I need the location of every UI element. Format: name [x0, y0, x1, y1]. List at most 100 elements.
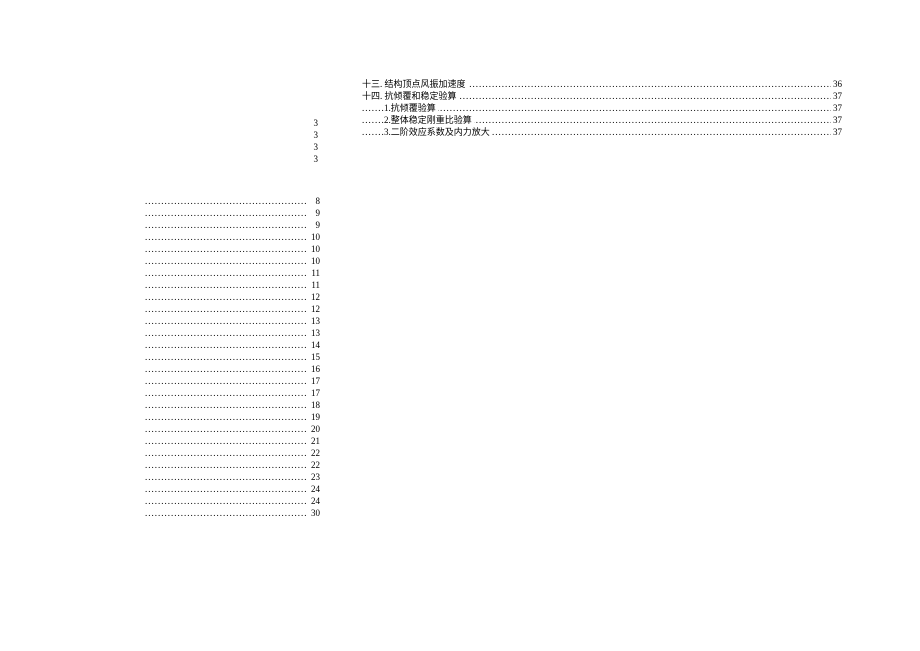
page-num: 37: [831, 102, 842, 114]
page-num: 9: [316, 207, 321, 219]
dots: ........................................…: [145, 351, 306, 363]
dots: ........................................…: [145, 219, 306, 231]
dot-line: ........................................…: [145, 267, 320, 279]
dot-line: ........................................…: [145, 219, 320, 231]
dots: ........................................…: [145, 315, 306, 327]
dot-list: ........................................…: [145, 195, 320, 519]
page-num: 17: [311, 387, 320, 399]
toc-label: 3.二阶效应系数及内力放大: [384, 126, 492, 138]
page-num: 11: [311, 267, 320, 279]
dots: ........................................…: [145, 459, 306, 471]
page-num: 15: [311, 351, 320, 363]
page-num: 12: [311, 303, 320, 315]
page-num: 37: [831, 126, 842, 138]
num-line: 3: [145, 153, 320, 165]
page-num: 19: [311, 411, 320, 423]
dots: ........................................…: [145, 291, 306, 303]
toc-label: 十四. 抗倾覆和稳定验算: [362, 90, 459, 102]
dot-line: ........................................…: [145, 231, 320, 243]
page-num: 22: [311, 459, 320, 471]
page-num: 13: [311, 315, 320, 327]
dots: ........................................…: [145, 363, 306, 375]
page-num: 9: [316, 219, 321, 231]
page-num: 37: [831, 114, 842, 126]
page-num: 13: [311, 327, 320, 339]
page-num: 24: [311, 495, 320, 507]
right-column-toc: ........................................…: [362, 78, 842, 138]
num-line: 3: [145, 117, 320, 129]
dot-line: ........................................…: [145, 423, 320, 435]
dot-line: ........................................…: [145, 483, 320, 495]
dots: ........................................…: [145, 231, 306, 243]
dot-line: ........................................…: [145, 495, 320, 507]
dot-line: ........................................…: [145, 387, 320, 399]
dot-line: ........................................…: [145, 243, 320, 255]
dots: ........................................…: [145, 411, 306, 423]
dots: ........................................…: [145, 327, 306, 339]
dot-line: ........................................…: [145, 375, 320, 387]
page-num: 24: [311, 483, 320, 495]
dots: ........................................…: [145, 483, 306, 495]
dot-line: ........................................…: [145, 471, 320, 483]
dot-line: ........................................…: [145, 507, 320, 519]
dots: ........................................…: [145, 495, 306, 507]
dot-line: ........................................…: [145, 291, 320, 303]
top-nums: 3 3 3 3: [145, 117, 320, 165]
dots: ........................................…: [145, 339, 306, 351]
dot-line: ........................................…: [145, 207, 320, 219]
dot-line: ........................................…: [145, 399, 320, 411]
page-num: 30: [311, 507, 320, 519]
dots: ........................................…: [145, 255, 306, 267]
dots: ........................................…: [145, 471, 306, 483]
toc-row: ........................................…: [362, 78, 842, 90]
page-num: 16: [311, 363, 320, 375]
page-num: 18: [311, 399, 320, 411]
dots: ........................................…: [145, 207, 306, 219]
gap: [145, 165, 320, 195]
dot-line: ........................................…: [145, 327, 320, 339]
page-num: 20: [311, 423, 320, 435]
page-num: 10: [311, 231, 320, 243]
dot-line: ........................................…: [145, 351, 320, 363]
toc-row: ........................................…: [362, 102, 842, 114]
toc-label: 十三. 结构顶点风振加速度: [362, 78, 468, 90]
page-num: 36: [831, 78, 842, 90]
page-num: 37: [831, 90, 842, 102]
num-line: 3: [145, 129, 320, 141]
dots: ........................................…: [145, 243, 306, 255]
dots: ........................................…: [145, 435, 306, 447]
dot-line: ........................................…: [145, 459, 320, 471]
dot-line: ........................................…: [145, 363, 320, 375]
page-num: 12: [311, 291, 320, 303]
toc-row: ........................................…: [362, 90, 842, 102]
dot-line: ........................................…: [145, 255, 320, 267]
dots: ........................................…: [145, 447, 306, 459]
dot-line: ........................................…: [145, 447, 320, 459]
page-num: 10: [311, 255, 320, 267]
page-num: 8: [316, 195, 321, 207]
toc-label: 1.抗倾覆验算: [384, 102, 438, 114]
dot-line: ........................................…: [145, 315, 320, 327]
dots: ........................................…: [145, 267, 306, 279]
toc-row: ........................................…: [362, 126, 842, 138]
dots: ........................................…: [145, 399, 306, 411]
page-num: 21: [311, 435, 320, 447]
dots: ........................................…: [145, 303, 306, 315]
dots: ........................................…: [145, 507, 306, 519]
dots: ........................................…: [145, 279, 306, 291]
page-num: 17: [311, 375, 320, 387]
dot-line: ........................................…: [145, 435, 320, 447]
dot-line: ........................................…: [145, 279, 320, 291]
dot-line: ........................................…: [145, 195, 320, 207]
dots: ........................................…: [145, 387, 306, 399]
dot-line: ........................................…: [145, 411, 320, 423]
num-line: 3: [145, 141, 320, 153]
page-num: 11: [311, 279, 320, 291]
toc-label: 2.整体稳定刚重比验算: [384, 114, 474, 126]
dot-line: ........................................…: [145, 339, 320, 351]
toc-row: ........................................…: [362, 114, 842, 126]
left-column: 3 3 3 3 ................................…: [145, 117, 320, 519]
dots: ........................................…: [145, 375, 306, 387]
dot-line: ........................................…: [145, 303, 320, 315]
dots: ........................................…: [145, 195, 306, 207]
